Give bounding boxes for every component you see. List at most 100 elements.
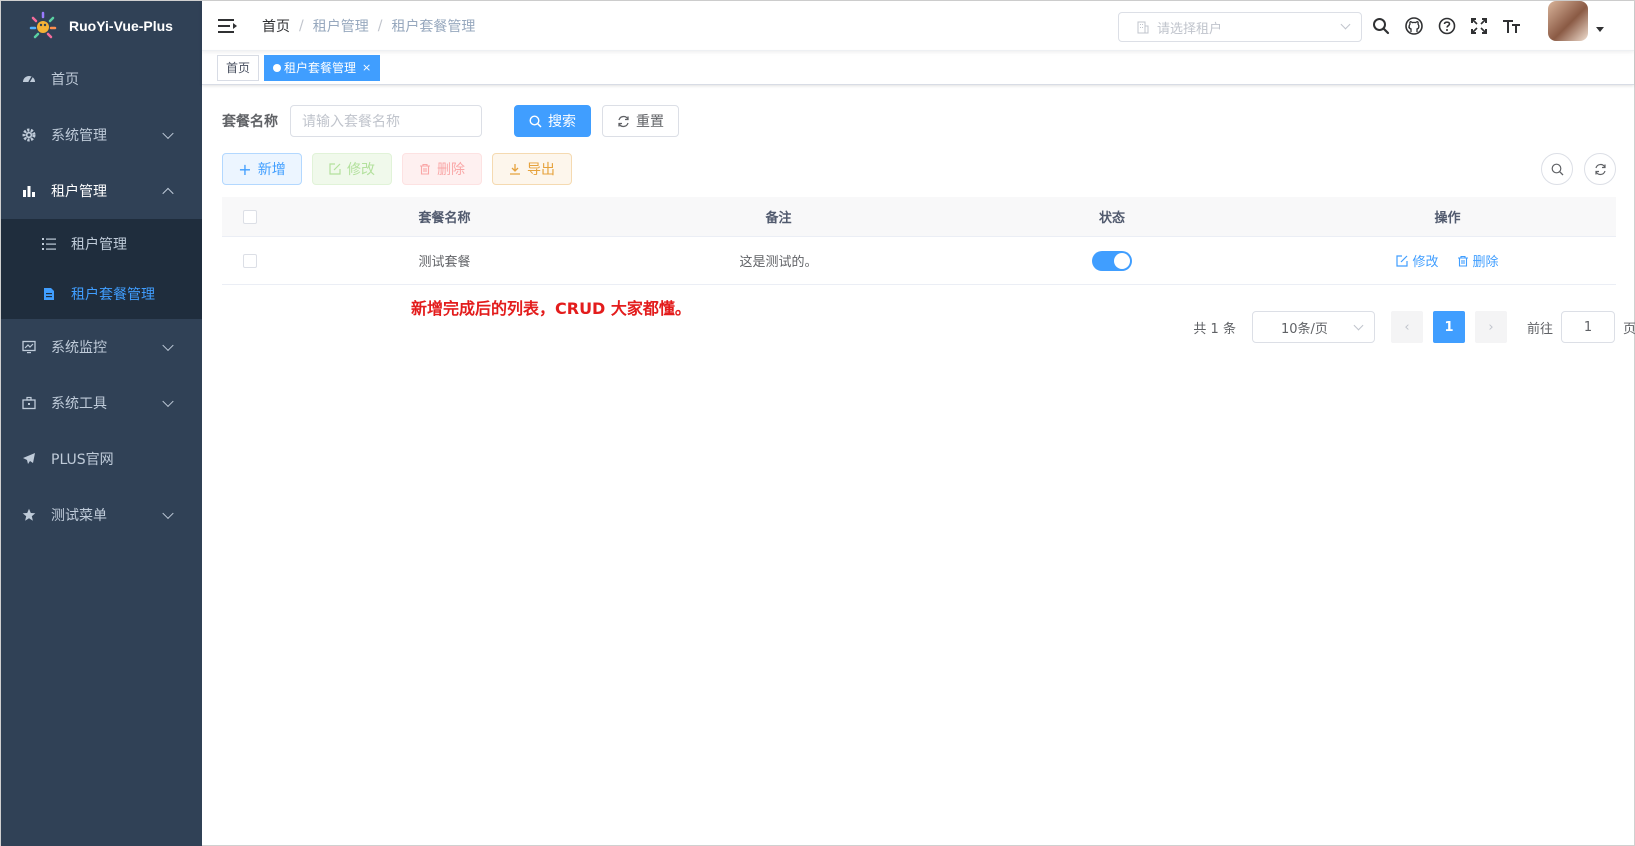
breadcrumb-tenant: 租户管理 xyxy=(312,18,369,35)
tag-label: 租户套餐管理 xyxy=(284,61,357,75)
reset-button[interactable]: 重置 xyxy=(602,105,679,137)
page-size-value: 10条/页 xyxy=(1280,321,1328,337)
column-header: 操作 xyxy=(1434,211,1461,226)
tag-home[interactable]: 首页 xyxy=(217,54,260,81)
toggle-search-button[interactable] xyxy=(1541,153,1573,185)
edit-button[interactable]: 修改 xyxy=(312,153,392,185)
row-edit-label: 修改 xyxy=(1412,255,1439,270)
active-dot-icon xyxy=(273,63,282,72)
select-all-checkbox[interactable] xyxy=(242,209,257,224)
sidebar-item-label: 系统监控 xyxy=(51,340,107,356)
page-number-button[interactable]: 1 xyxy=(1432,311,1465,343)
chevron-down-icon xyxy=(162,127,174,140)
plus-icon: + xyxy=(238,159,252,179)
font-size-icon[interactable] xyxy=(1501,15,1523,37)
tag-label: 首页 xyxy=(226,61,251,75)
search-icon xyxy=(529,114,542,128)
column-header: 状态 xyxy=(1098,211,1125,226)
bar-chart-icon xyxy=(21,183,37,199)
search-form: 套餐名称 请输入套餐名称 搜索 重置 xyxy=(222,105,679,137)
hamburger-icon[interactable] xyxy=(218,16,238,36)
main-area: 首页 / 租户管理 / 租户套餐管理 请选择租户 首页 租户套餐管理 × 套餐名… xyxy=(202,1,1635,846)
sidebar-subitem-tenant-manage[interactable]: 租户管理 xyxy=(1,219,202,269)
download-icon xyxy=(509,163,521,175)
chevron-down-icon xyxy=(1340,19,1351,30)
page-size-select[interactable]: 10条/页 xyxy=(1251,311,1375,343)
github-icon[interactable] xyxy=(1403,15,1425,37)
table-row: 测试套餐 这是测试的。 修改 删除 xyxy=(222,237,1616,285)
edit-icon xyxy=(1396,254,1409,267)
export-button[interactable]: 导出 xyxy=(492,153,572,185)
sidebar-subitem-label: 租户套餐管理 xyxy=(71,287,155,303)
chevron-down-icon xyxy=(162,395,174,408)
package-name-cell: 测试套餐 xyxy=(418,255,471,270)
caret-down-icon[interactable] xyxy=(1596,27,1604,32)
chevron-left-icon: ‹ xyxy=(1404,319,1410,335)
edit-icon xyxy=(329,163,341,175)
sidebar-item-system[interactable]: 系统管理 xyxy=(1,107,202,163)
sidebar-item-tenant[interactable]: 租户管理 xyxy=(1,163,202,219)
sidebar-item-monitor[interactable]: 系统监控 xyxy=(1,319,202,375)
paper-plane-icon xyxy=(21,451,37,467)
delete-button[interactable]: 删除 xyxy=(402,153,482,185)
package-table: 套餐名称 备注 状态 操作 测试套餐 这是测试的。 修改 删除 xyxy=(222,197,1616,285)
tenant-select-placeholder: 请选择租户 xyxy=(1157,21,1223,37)
prev-page-button[interactable]: ‹ xyxy=(1390,311,1423,343)
navbar: 首页 / 租户管理 / 租户套餐管理 请选择租户 xyxy=(202,1,1634,51)
column-header: 备注 xyxy=(765,211,792,226)
sidebar-subitem-label: 租户管理 xyxy=(71,237,127,253)
sidebar-item-label: 系统管理 xyxy=(51,128,107,144)
search-button[interactable]: 搜索 xyxy=(514,105,591,137)
toolbar: + 新增 修改 删除 导出 xyxy=(222,153,582,185)
tag-tenant-package[interactable]: 租户套餐管理 × xyxy=(264,54,381,81)
monitor-icon xyxy=(21,339,37,355)
sidebar-item-label: 系统工具 xyxy=(51,396,107,412)
package-name-label: 套餐名称 xyxy=(222,114,278,130)
refresh-table-button[interactable] xyxy=(1584,153,1616,185)
goto-page-input[interactable]: 1 xyxy=(1560,311,1615,343)
sidebar-item-plus-site[interactable]: PLUS官网 xyxy=(1,431,202,487)
sidebar-item-tools[interactable]: 系统工具 xyxy=(1,375,202,431)
sidebar-item-home[interactable]: 首页 xyxy=(1,51,202,107)
page-suffix-label: 页 xyxy=(1622,321,1635,337)
row-delete-link[interactable]: 删除 xyxy=(1457,251,1499,270)
export-button-label: 导出 xyxy=(527,162,555,178)
chevron-down-icon xyxy=(162,507,174,520)
trash-icon xyxy=(1457,255,1469,267)
logo-icon xyxy=(27,10,59,42)
actions-cell: 修改 删除 xyxy=(1279,251,1616,270)
add-button[interactable]: + 新增 xyxy=(222,153,302,185)
logo[interactable]: RuoYi-Vue-Plus xyxy=(1,1,202,51)
sidebar-item-test-menu[interactable]: 测试菜单 xyxy=(1,487,202,543)
chevron-up-icon xyxy=(162,187,174,200)
avatar[interactable] xyxy=(1548,1,1588,41)
dashboard-icon xyxy=(21,71,37,87)
breadcrumb-home[interactable]: 首页 xyxy=(262,16,290,36)
app-title: RuoYi-Vue-Plus xyxy=(69,18,173,34)
close-icon[interactable]: × xyxy=(362,61,371,74)
search-icon[interactable] xyxy=(1370,15,1392,37)
fullscreen-icon[interactable] xyxy=(1468,15,1490,37)
next-page-button[interactable]: › xyxy=(1474,311,1507,343)
sidebar-item-label: 首页 xyxy=(51,72,79,88)
help-icon[interactable] xyxy=(1436,15,1458,37)
remark-cell: 这是测试的。 xyxy=(739,255,818,270)
chevron-right-icon: › xyxy=(1488,319,1494,335)
sidebar-subitem-tenant-package[interactable]: 租户套餐管理 xyxy=(1,269,202,319)
chevron-down-icon xyxy=(1353,320,1364,331)
package-name-input[interactable]: 请输入套餐名称 xyxy=(290,105,482,137)
list-icon xyxy=(41,236,57,252)
pagination-total: 共 1 条 xyxy=(1193,321,1236,337)
row-edit-link[interactable]: 修改 xyxy=(1396,251,1439,270)
breadcrumb: 首页 / 租户管理 / 租户套餐管理 xyxy=(262,16,476,36)
status-switch[interactable] xyxy=(1092,250,1132,271)
tenant-submenu: 租户管理 租户套餐管理 xyxy=(1,219,202,319)
search-button-label: 搜索 xyxy=(548,114,576,130)
star-icon xyxy=(21,507,37,523)
row-checkbox[interactable] xyxy=(242,253,257,268)
document-icon xyxy=(41,286,57,302)
sidebar-item-label: 租户管理 xyxy=(51,184,107,200)
add-button-label: 新增 xyxy=(257,162,286,178)
tenant-select[interactable]: 请选择租户 xyxy=(1118,12,1362,42)
edit-button-label: 修改 xyxy=(347,162,375,178)
